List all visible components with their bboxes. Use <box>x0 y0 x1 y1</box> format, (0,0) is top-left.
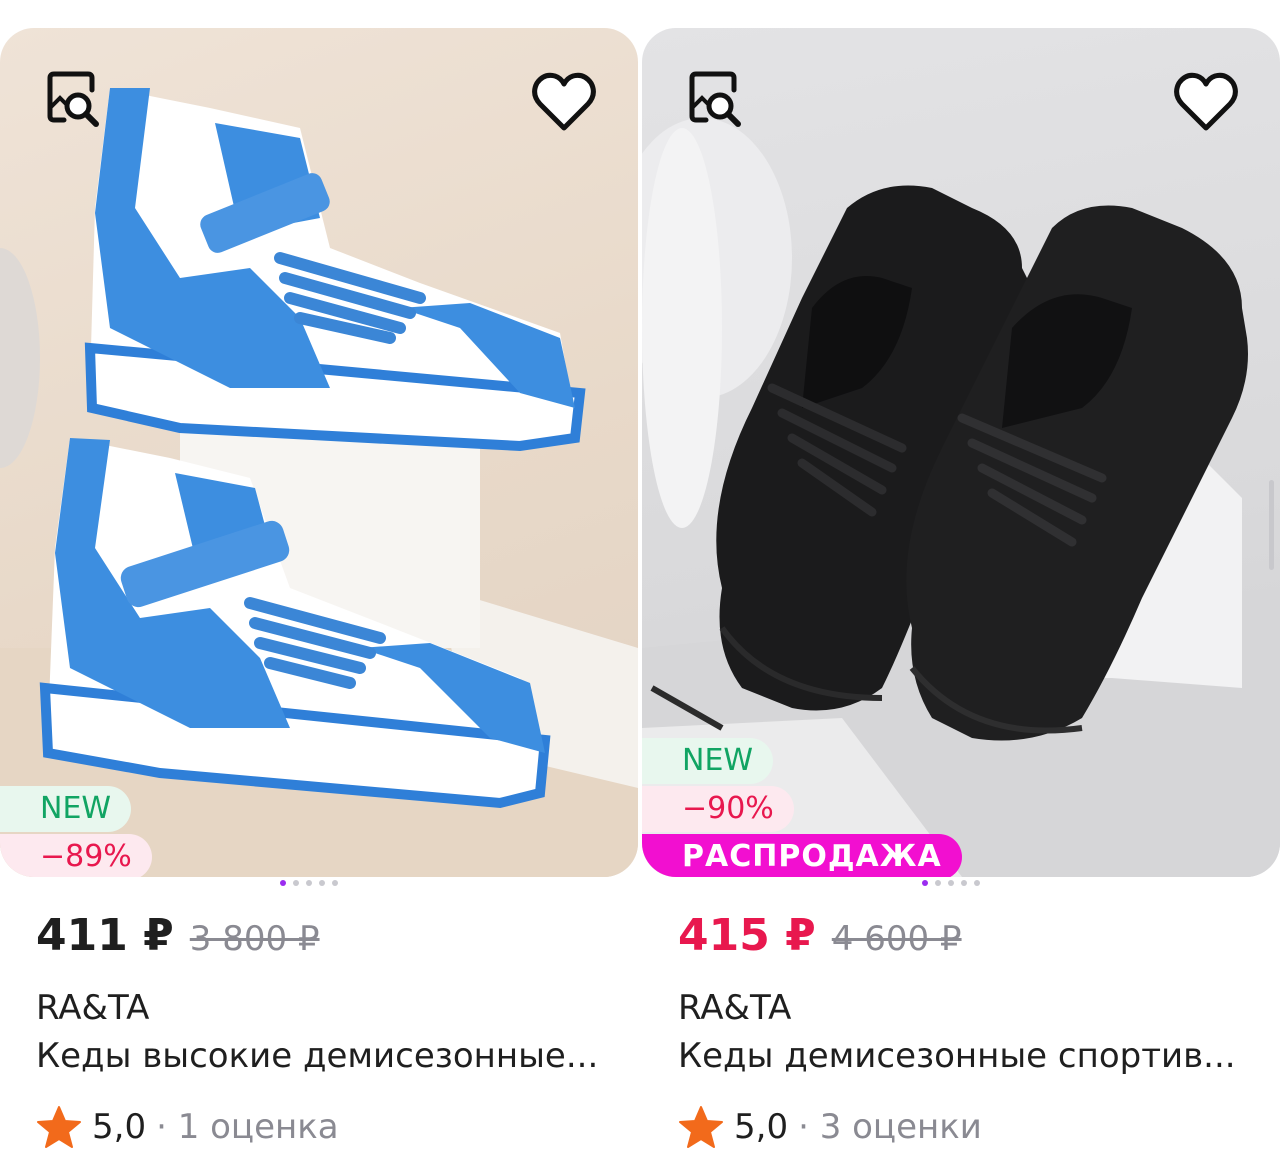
product-photo[interactable]: NEW −90% РАСПРОДАЖА <box>642 28 1280 877</box>
badges: NEW −90% РАСПРОДАЖА <box>642 738 962 877</box>
product-photo[interactable]: NEW −89% <box>0 28 638 877</box>
reviews-count: · 3 оценки <box>798 1107 982 1147</box>
sale-badge: РАСПРОДАЖА <box>642 834 962 877</box>
brand-name[interactable]: RA&TA <box>36 988 149 1028</box>
discount-badge: −90% <box>642 786 794 832</box>
price-row: 415 ₽ 4 600 ₽ <box>678 910 962 961</box>
carousel-dot <box>280 880 286 886</box>
brand-name[interactable]: RA&TA <box>678 988 791 1028</box>
reviews-count: · 1 оценка <box>156 1107 339 1147</box>
product-title[interactable]: Кеды высокие демисезонные... <box>36 1036 616 1076</box>
old-price: 3 800 ₽ <box>189 919 320 959</box>
carousel-dot <box>935 880 941 886</box>
old-price: 4 600 ₽ <box>831 919 962 959</box>
star-icon <box>679 1106 723 1148</box>
image-search-icon <box>689 71 741 127</box>
carousel-dot <box>974 880 980 886</box>
product-title[interactable]: Кеды демисезонные спортив... <box>678 1036 1258 1076</box>
image-search-button[interactable] <box>36 66 108 138</box>
heart-outline-icon <box>532 72 596 131</box>
favorite-button[interactable] <box>528 66 600 138</box>
star-icon <box>37 1106 81 1148</box>
carousel-dot <box>293 880 299 886</box>
carousel-indicator <box>280 880 338 886</box>
image-search-button[interactable] <box>678 66 750 138</box>
rating-row: 5,0 · 3 оценки <box>678 1104 982 1150</box>
rating-value: 5,0 <box>92 1107 147 1147</box>
heart-outline-icon <box>1174 72 1238 131</box>
carousel-dot <box>332 880 338 886</box>
carousel-dot <box>319 880 325 886</box>
new-badge: NEW <box>642 738 774 784</box>
discount-badge: −89% <box>0 834 152 877</box>
product-card[interactable]: NEW −90% РАСПРОДАЖА 415 ₽ 4 600 ₽ RA&TA … <box>642 28 1280 1168</box>
carousel-dot <box>961 880 967 886</box>
new-badge: NEW <box>0 786 132 832</box>
carousel-dot <box>948 880 954 886</box>
product-image-blue-high-top-sneakers <box>0 88 638 877</box>
carousel-indicator <box>922 880 980 886</box>
carousel-dot <box>306 880 312 886</box>
current-price: 411 ₽ <box>36 910 174 961</box>
rating-value: 5,0 <box>734 1107 789 1147</box>
badges: NEW −89% <box>0 786 152 877</box>
image-search-icon <box>47 71 99 127</box>
favorite-button[interactable] <box>1170 66 1242 138</box>
product-card[interactable]: NEW −89% 411 ₽ 3 800 ₽ RA&TA Кеды высоки… <box>0 28 638 1168</box>
rating-row: 5,0 · 1 оценка <box>36 1104 339 1150</box>
scrollbar[interactable] <box>1269 480 1274 570</box>
current-price: 415 ₽ <box>678 910 816 961</box>
price-row: 411 ₽ 3 800 ₽ <box>36 910 320 961</box>
carousel-dot <box>922 880 928 886</box>
